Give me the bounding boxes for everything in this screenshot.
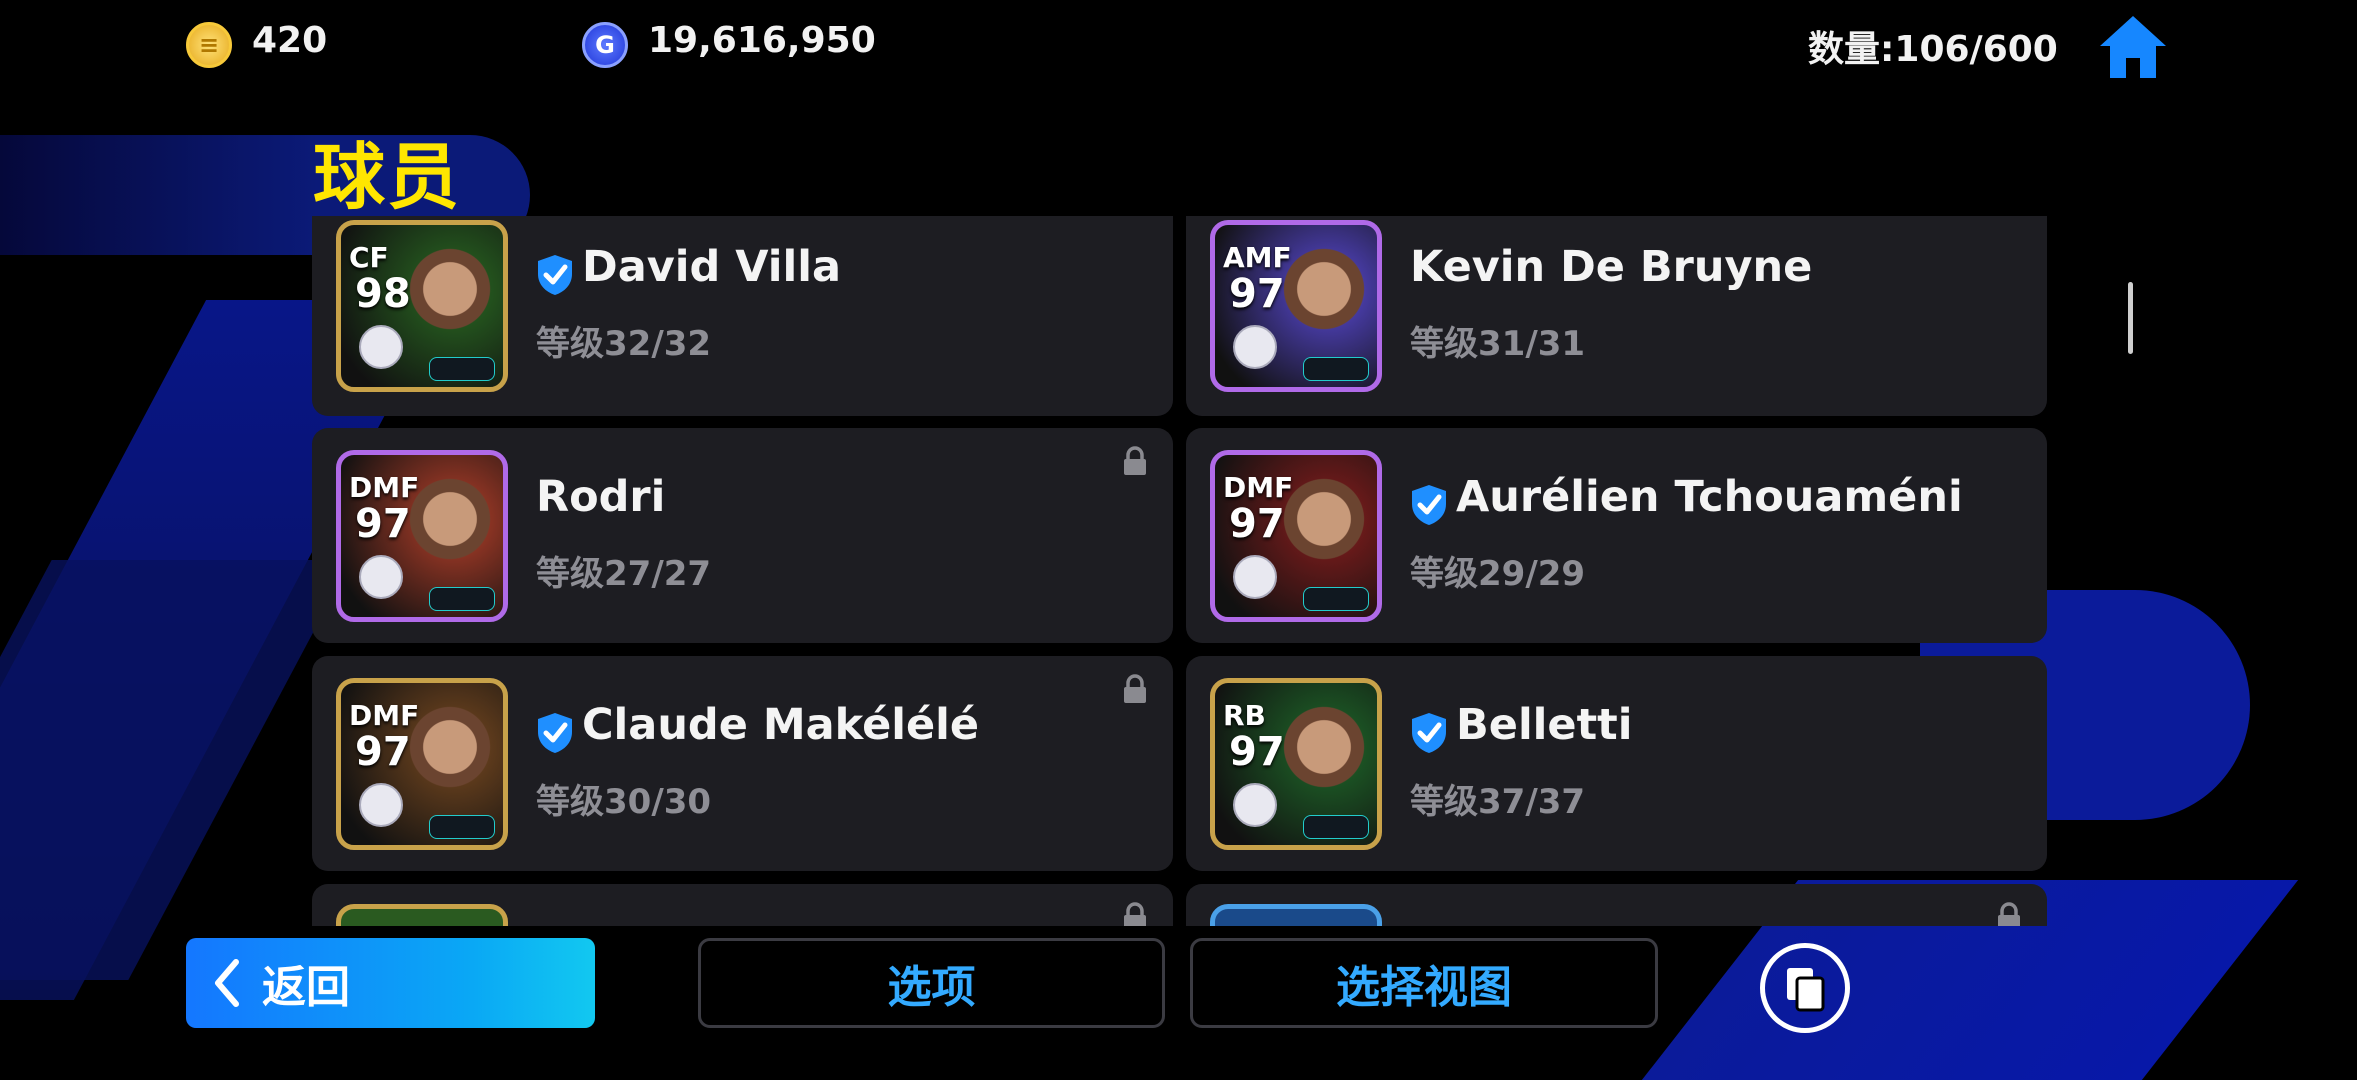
player-portrait [409, 247, 491, 367]
player-level: 等级32/32 [536, 324, 712, 364]
player-thumbnail [1210, 904, 1382, 926]
club-badge-icon [359, 783, 403, 827]
player-position: DMF [349, 471, 420, 504]
player-thumbnail: RB 97 [1210, 678, 1382, 850]
club-badge-icon [359, 325, 403, 369]
player-thumbnail: DMF 97 [336, 678, 508, 850]
player-card[interactable] [1186, 884, 2047, 926]
skill-indicator-icon [429, 357, 495, 381]
player-name: Claude Makélélé [582, 700, 980, 750]
player-name: David Villa [582, 242, 841, 292]
lock-icon [1124, 446, 1146, 475]
lock-icon [1124, 902, 1146, 926]
player-card[interactable]: DMF 97 Rodri 等级27/27 [312, 428, 1173, 643]
player-card[interactable]: DMF 97 Aurélien Tchouaméni 等级29/29 [1186, 428, 2047, 643]
copy-button[interactable] [1760, 943, 1850, 1033]
club-badge-icon [1233, 325, 1277, 369]
skill-indicator-icon [1303, 357, 1369, 381]
player-list[interactable]: CF 98 David Villa 等级32/32 AMF 97 Kevin De Bruy… [312, 216, 2047, 926]
player-thumbnail: CF 98 [336, 220, 508, 392]
player-portrait [409, 477, 491, 597]
options-button[interactable]: 选项 [698, 938, 1165, 1028]
club-badge-icon [1233, 555, 1277, 599]
player-level: 等级37/37 [1410, 782, 1586, 822]
player-position: DMF [1223, 471, 1294, 504]
player-portrait [1283, 247, 1365, 367]
gp-icon: G [582, 22, 628, 68]
page-title: 球员 [313, 135, 462, 219]
club-badge-icon [1233, 783, 1277, 827]
top-bar: ≡ 420 G 19,616,950 数量:106/600 [0, 0, 2357, 90]
player-portrait [409, 705, 491, 825]
player-position: AMF [1223, 241, 1292, 274]
home-button[interactable] [2098, 14, 2168, 80]
player-rating: 98 [355, 271, 411, 317]
scrollbar[interactable] [2128, 282, 2133, 354]
club-badge-icon [359, 555, 403, 599]
player-card[interactable] [312, 884, 1173, 926]
home-icon [2100, 16, 2166, 78]
background-slash [0, 560, 352, 980]
gp-balance: 19,616,950 [648, 20, 876, 61]
chevron-left-icon [215, 959, 239, 1007]
player-level: 等级31/31 [1410, 324, 1586, 364]
player-level: 等级29/29 [1410, 554, 1586, 594]
player-card[interactable]: AMF 97 Kevin De Bruyne 等级31/31 [1186, 216, 2047, 416]
lock-icon [1124, 674, 1146, 703]
player-rating: 97 [1229, 501, 1285, 547]
verified-shield-icon [538, 255, 572, 295]
player-rating: 97 [355, 501, 411, 547]
copy-icon [1787, 968, 1825, 1012]
player-rating: 97 [1229, 271, 1285, 317]
verified-shield-icon [538, 713, 572, 753]
player-card[interactable]: RB 97 Belletti 等级37/37 [1186, 656, 2047, 871]
player-thumbnail: DMF 97 [1210, 450, 1382, 622]
player-card[interactable]: CF 98 David Villa 等级32/32 [312, 216, 1173, 416]
player-rating: 97 [355, 729, 411, 775]
player-name: Aurélien Tchouaméni [1456, 472, 1963, 522]
player-name: Kevin De Bruyne [1410, 242, 1813, 292]
player-position: RB [1223, 699, 1266, 732]
back-label: 返回 [262, 962, 350, 1013]
player-level: 等级27/27 [536, 554, 712, 594]
player-name: Belletti [1456, 700, 1633, 750]
verified-shield-icon [1412, 485, 1446, 525]
player-position: DMF [349, 699, 420, 732]
player-rating: 97 [1229, 729, 1285, 775]
back-button[interactable]: 返回 [186, 938, 595, 1028]
inventory-count: 数量:106/600 [1808, 29, 2058, 70]
verified-shield-icon [1412, 713, 1446, 753]
player-portrait [1283, 477, 1365, 597]
player-thumbnail: AMF 97 [1210, 220, 1382, 392]
skill-indicator-icon [1303, 587, 1369, 611]
select-view-button[interactable]: 选择视图 [1190, 938, 1658, 1028]
skill-indicator-icon [429, 815, 495, 839]
player-thumbnail: DMF 97 [336, 450, 508, 622]
coin-balance: 420 [252, 20, 328, 61]
skill-indicator-icon [1303, 815, 1369, 839]
skill-indicator-icon [429, 587, 495, 611]
player-level: 等级30/30 [536, 782, 712, 822]
player-card[interactable]: DMF 97 Claude Makélélé 等级30/30 [312, 656, 1173, 871]
player-name: Rodri [536, 472, 666, 522]
coin-icon: ≡ [186, 22, 232, 68]
player-portrait [1283, 705, 1365, 825]
player-thumbnail [336, 904, 508, 926]
player-position: CF [349, 241, 389, 274]
lock-icon [1998, 902, 2020, 926]
